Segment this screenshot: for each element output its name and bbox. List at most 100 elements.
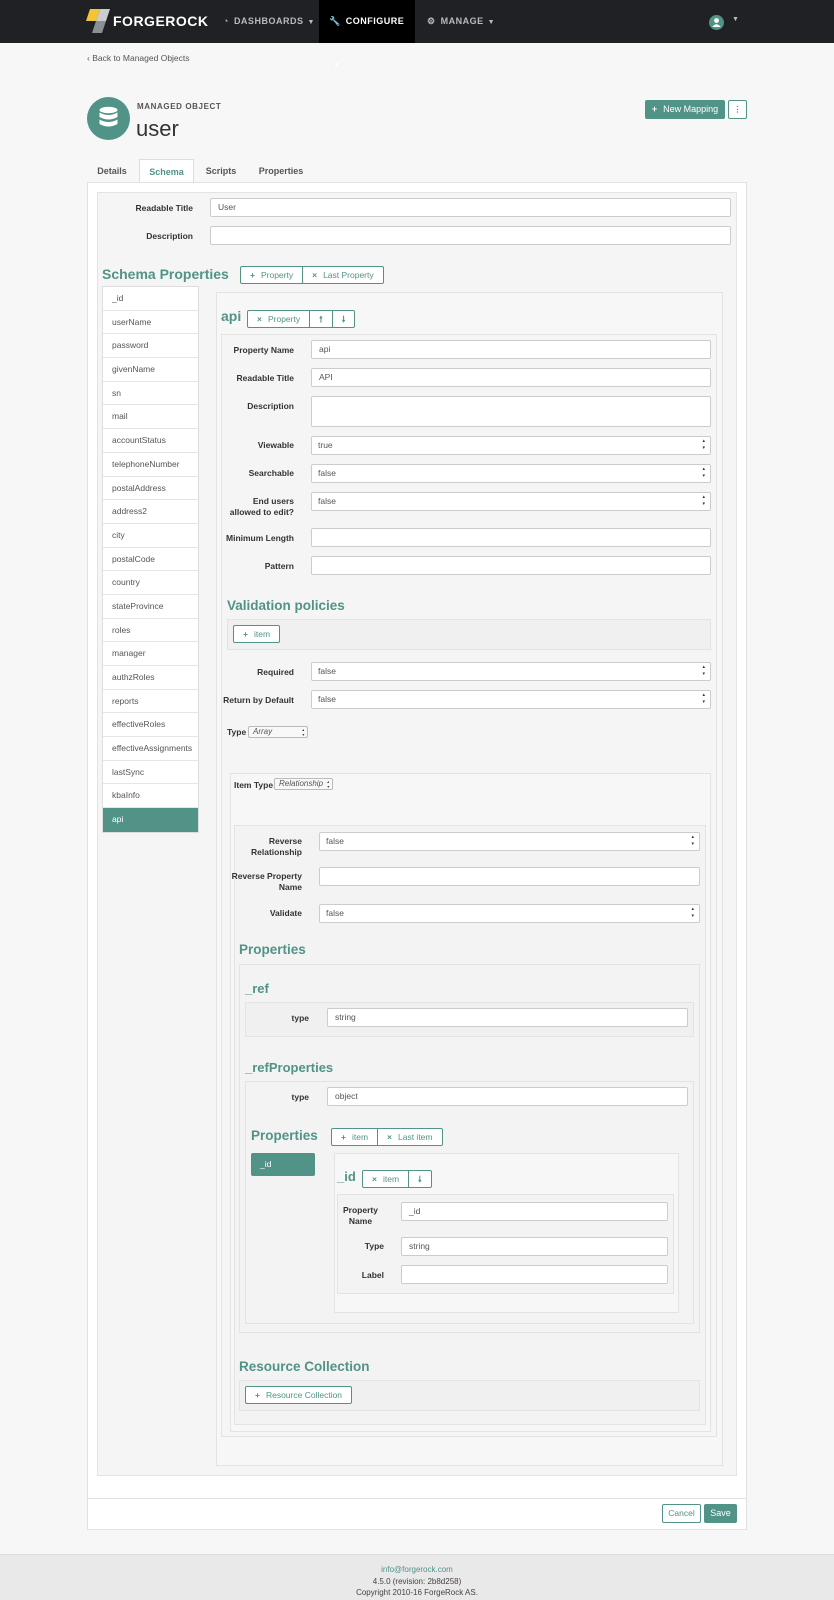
back-to-managed-objects-link[interactable]: ‹ Back to Managed Objects <box>87 53 190 63</box>
list-item[interactable]: sn <box>103 382 198 406</box>
brand-name[interactable]: FORGEROCK <box>113 13 209 29</box>
ref-type-label: type <box>291 1013 309 1023</box>
list-item[interactable]: manager <box>103 642 198 666</box>
nav-configure[interactable]: 🔧 CONFIGURE▼ <box>319 0 415 69</box>
list-item[interactable]: lastSync <box>103 761 198 785</box>
move-down-button[interactable]: 🠗 <box>333 311 355 327</box>
footer-email-link[interactable]: info@forgerock.com <box>0 1564 834 1576</box>
item-type-select[interactable]: Relationship <box>274 778 333 790</box>
list-item[interactable]: roles <box>103 619 198 643</box>
searchable-select[interactable]: false <box>311 464 711 483</box>
tab-schema[interactable]: Schema <box>139 159 194 183</box>
list-item[interactable]: city <box>103 524 198 548</box>
caret-down-icon: ▼ <box>487 19 496 26</box>
pattern-input[interactable] <box>311 556 711 575</box>
close-icon: × <box>372 1174 377 1184</box>
add-resource-collection-button[interactable]: + Resource Collection <box>246 1387 351 1403</box>
add-last-inner-item-button[interactable]: × Last item <box>378 1129 441 1145</box>
schema-property-list: _id userName password givenName sn mail … <box>102 286 199 833</box>
list-item[interactable]: givenName <box>103 358 198 382</box>
list-item[interactable]: address2 <box>103 500 198 524</box>
id-label-label: Label <box>361 1270 384 1280</box>
nav-manage[interactable]: ⚙ MANAGE ▼ <box>417 0 505 43</box>
id-type-input[interactable]: string <box>401 1237 668 1256</box>
list-item[interactable]: postalAddress <box>103 477 198 501</box>
footer-version: 4.5.0 (revision: 2b8d258) <box>372 1576 462 1586</box>
return-by-default-select[interactable]: false <box>311 690 711 709</box>
user-menu-caret-icon[interactable]: ▼ <box>732 16 739 23</box>
resource-collection-actions: + Resource Collection <box>245 1386 353 1404</box>
top-navbar: FORGEROCK ◔ DASHBOARDS ▼ 🔧 CONFIGURE▼ ⚙ MANA… <box>0 0 834 69</box>
forgerock-logo-icon[interactable] <box>86 7 110 35</box>
minimum-length-input[interactable] <box>311 528 711 547</box>
ref-type-input[interactable]: string <box>327 1008 688 1027</box>
prop-description-textarea[interactable] <box>311 396 711 427</box>
cancel-button[interactable]: Cancel <box>662 1504 701 1523</box>
close-icon: × <box>257 314 262 324</box>
list-item[interactable]: effectiveRoles <box>103 713 198 738</box>
tab-properties[interactable]: Properties <box>252 159 310 183</box>
add-inner-item-button[interactable]: + item <box>332 1129 379 1145</box>
list-item[interactable]: userName <box>103 311 198 335</box>
refproperties-type-input[interactable]: object <box>327 1087 688 1106</box>
list-item[interactable]: effectiveAssignments <box>103 737 198 761</box>
id-move-down-button[interactable]: 🠗 <box>409 1171 431 1187</box>
add-last-property-button[interactable]: × Last Property <box>303 267 383 283</box>
add-property-button[interactable]: + Property <box>241 267 304 283</box>
validate-label: Validate <box>269 908 302 918</box>
list-item[interactable]: password <box>103 334 198 359</box>
cogs-icon: ⚙ <box>427 16 436 26</box>
inner-list-item-selected[interactable]: _id <box>251 1153 315 1176</box>
validation-actions: + item <box>233 625 281 643</box>
validate-select[interactable]: false <box>319 904 700 923</box>
resource-collection-heading: Resource Collection <box>239 1359 370 1374</box>
reverse-relationship-label: Reverse Relationship <box>250 836 302 857</box>
close-icon: × <box>387 1132 392 1142</box>
prop-description-label: Description <box>247 401 294 411</box>
remove-property-button[interactable]: × Property <box>248 311 311 327</box>
type-select[interactable]: Array <box>248 726 308 738</box>
description-input[interactable] <box>210 226 731 245</box>
property-name-input[interactable]: api <box>311 340 711 359</box>
viewable-select[interactable]: true <box>311 436 711 455</box>
save-button[interactable]: Save <box>704 1504 737 1523</box>
reverse-relationship-select[interactable]: false <box>319 832 700 851</box>
id-heading: _id <box>337 1169 356 1184</box>
readable-title-input[interactable]: User <box>210 198 731 217</box>
inner-properties-actions: + item × Last item <box>331 1128 443 1146</box>
user-avatar[interactable] <box>709 15 724 30</box>
list-item[interactable]: _id <box>103 287 198 311</box>
id-label-input[interactable] <box>401 1265 668 1284</box>
end-users-edit-select[interactable]: false <box>311 492 711 511</box>
list-item[interactable]: stateProvince <box>103 595 198 619</box>
vertical-ellipsis-icon: ⋮ <box>733 104 742 114</box>
reverse-property-name-input[interactable] <box>319 867 700 886</box>
list-item[interactable]: reports <box>103 690 198 714</box>
move-up-button[interactable]: 🠕 <box>310 311 333 327</box>
list-item[interactable]: telephoneNumber <box>103 453 198 477</box>
list-item[interactable]: mail <box>103 405 198 430</box>
new-mapping-button[interactable]: + New Mapping <box>645 100 725 119</box>
plus-icon: + <box>243 629 248 639</box>
validation-policies-heading: Validation policies <box>227 598 345 613</box>
more-options-button[interactable]: ⋮ <box>728 100 747 119</box>
searchable-label: Searchable <box>248 468 294 478</box>
remove-id-item-button[interactable]: × item <box>363 1171 410 1187</box>
nav-dashboards[interactable]: ◔ DASHBOARDS ▼ <box>213 0 325 43</box>
list-item[interactable]: country <box>103 571 198 595</box>
arrow-up-icon: 🠕 <box>319 314 323 324</box>
list-item[interactable]: postalCode <box>103 548 198 572</box>
pattern-label: Pattern <box>264 561 294 571</box>
list-item[interactable]: authzRoles <box>103 666 198 690</box>
required-select[interactable]: false <box>311 662 711 681</box>
type-label: Type <box>227 727 247 737</box>
plus-icon: + <box>255 1390 260 1400</box>
id-property-name-input[interactable]: _id <box>401 1202 668 1221</box>
prop-readable-title-input[interactable]: API <box>311 368 711 387</box>
list-item[interactable]: kbaInfo <box>103 784 198 809</box>
tab-details[interactable]: Details <box>87 159 137 183</box>
tab-scripts[interactable]: Scripts <box>196 159 246 183</box>
list-item-selected[interactable]: api <box>103 808 198 832</box>
add-validation-item-button[interactable]: + item <box>234 626 279 642</box>
list-item[interactable]: accountStatus <box>103 429 198 453</box>
